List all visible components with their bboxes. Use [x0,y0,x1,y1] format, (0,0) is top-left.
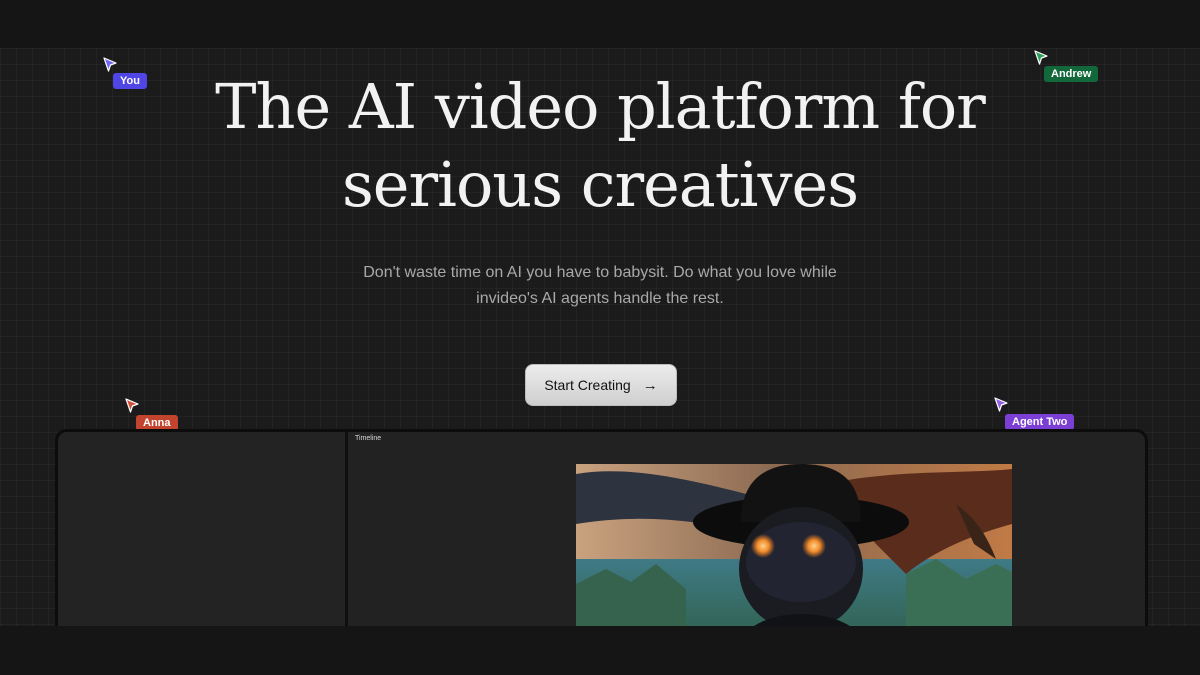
andrew-cursor-label: Andrew [1044,66,1099,82]
you-cursor-icon [103,57,117,72]
hero-section: The AI video platform for serious creati… [0,48,1200,626]
timeline-label: Timeline [355,435,382,442]
page: The AI video platform for serious creati… [0,0,1200,675]
arrow-right-icon: → [642,376,658,394]
editor-window: Timeline [55,429,1148,626]
video-preview[interactable] [576,464,1012,626]
video-frame-image [576,464,1012,626]
subtitle-line-1: Don't waste time on AI you have to babys… [363,264,837,281]
agent-two-cursor-icon [994,397,1008,412]
editor-sidebar-panel [58,432,348,626]
anna-cursor-icon [125,398,139,413]
headline-line-2: serious creatives [341,148,859,221]
start-creating-button[interactable]: Start Creating → [525,364,677,406]
subtitle-line-2: invideo's AI agents handle the rest. [476,290,724,307]
agent-two-cursor-label: Agent Two [1005,414,1075,430]
start-creating-label: Start Creating [544,377,631,393]
andrew-cursor-icon [1034,50,1048,65]
you-cursor-label: You [113,73,147,89]
headline-line-1: The AI video platform for [215,70,986,143]
